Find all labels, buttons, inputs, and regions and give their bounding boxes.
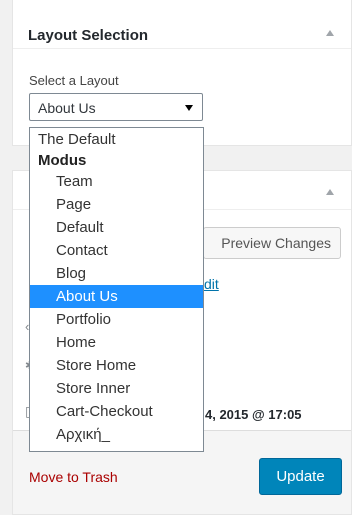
dropdown-option[interactable]: Store Home: [30, 354, 203, 377]
dropdown-option[interactable]: The Default: [30, 128, 203, 151]
dropdown-option[interactable]: Team: [30, 170, 203, 193]
dropdown-option[interactable]: Cart-Checkout: [30, 400, 203, 423]
layout-selection-header[interactable]: Layout Selection: [13, 0, 351, 49]
edit-link[interactable]: dit: [204, 276, 219, 292]
publish-date: 4, 2015 @ 17:05: [205, 407, 302, 422]
dropdown-option-selected[interactable]: About Us: [30, 285, 203, 308]
dropdown-option[interactable]: Portfolio: [30, 308, 203, 331]
dropdown-option[interactable]: Contact: [30, 239, 203, 262]
chevron-down-icon: [185, 105, 193, 111]
move-to-trash-link[interactable]: Move to Trash: [29, 469, 118, 485]
dropdown-option[interactable]: Default: [30, 216, 203, 239]
dropdown-option[interactable]: Home: [30, 331, 203, 354]
layout-selection-title: Layout Selection: [28, 27, 149, 44]
layout-select-value: About Us: [38, 100, 96, 116]
layout-select[interactable]: About Us: [29, 93, 203, 121]
collapse-arrow-icon[interactable]: [326, 189, 334, 195]
dropdown-option[interactable]: Store Inner: [30, 377, 203, 400]
dropdown-option[interactable]: Page: [30, 193, 203, 216]
layout-dropdown-list[interactable]: The Default Modus Team Page Default Cont…: [29, 127, 204, 452]
select-layout-label: Select a Layout: [29, 73, 119, 88]
dropdown-option[interactable]: Αρχική_: [30, 423, 203, 446]
dropdown-option[interactable]: Blog: [30, 262, 203, 285]
dropdown-group-label: Modus: [38, 152, 87, 169]
update-button[interactable]: Update: [259, 458, 342, 495]
layout-selection-box: Layout Selection Select a Layout About U…: [12, 0, 352, 146]
collapse-arrow-icon[interactable]: [326, 30, 334, 36]
preview-changes-button[interactable]: Preview Changes: [203, 227, 341, 259]
